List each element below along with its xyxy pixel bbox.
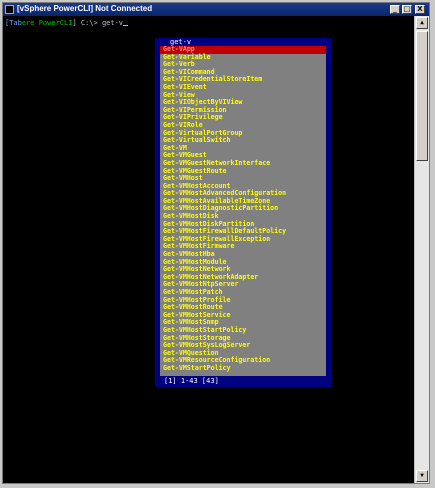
- command-prompt-line[interactable]: [Tabere PowerCLI] C:\> get-v: [5, 19, 129, 27]
- close-button[interactable]: X: [415, 5, 425, 14]
- powercli-window: [vSphere PowerCLI] Not Connected _ □ X […: [2, 2, 430, 484]
- popup-page-status: [1] 1-43 [43]: [164, 377, 219, 385]
- prompt-label: ere PowerCLI: [21, 19, 73, 27]
- vertical-scrollbar[interactable]: ▲ ▼: [414, 16, 429, 483]
- completion-item[interactable]: Get-VMStartPolicy: [160, 364, 326, 373]
- scroll-up-arrow-icon[interactable]: ▲: [416, 17, 428, 29]
- prompt-tab-prefix: [Tab: [5, 19, 22, 27]
- prompt-command: ] C:\> get-v: [72, 19, 124, 27]
- completion-list[interactable]: Get-VApp Get-Variable Get-Verb Get-VIComman…: [160, 46, 326, 376]
- scroll-down-arrow-icon[interactable]: ▼: [416, 470, 428, 482]
- console-area[interactable]: [Tabere PowerCLI] C:\> get-v get-v Get-V…: [3, 16, 415, 483]
- console-app-icon: [5, 5, 14, 14]
- minimize-button[interactable]: _: [390, 5, 400, 14]
- window-title: [vSphere PowerCLI] Not Connected: [17, 4, 153, 13]
- scrollbar-thumb[interactable]: [416, 31, 428, 161]
- popup-filter-text: get-v: [170, 38, 192, 46]
- text-cursor: [123, 25, 129, 26]
- title-bar[interactable]: [vSphere PowerCLI] Not Connected _ □ X: [3, 3, 429, 16]
- tab-completion-popup: get-v Get-VApp Get-Variable Get-Verb Get-VI…: [155, 38, 332, 387]
- maximize-button[interactable]: □: [402, 5, 412, 14]
